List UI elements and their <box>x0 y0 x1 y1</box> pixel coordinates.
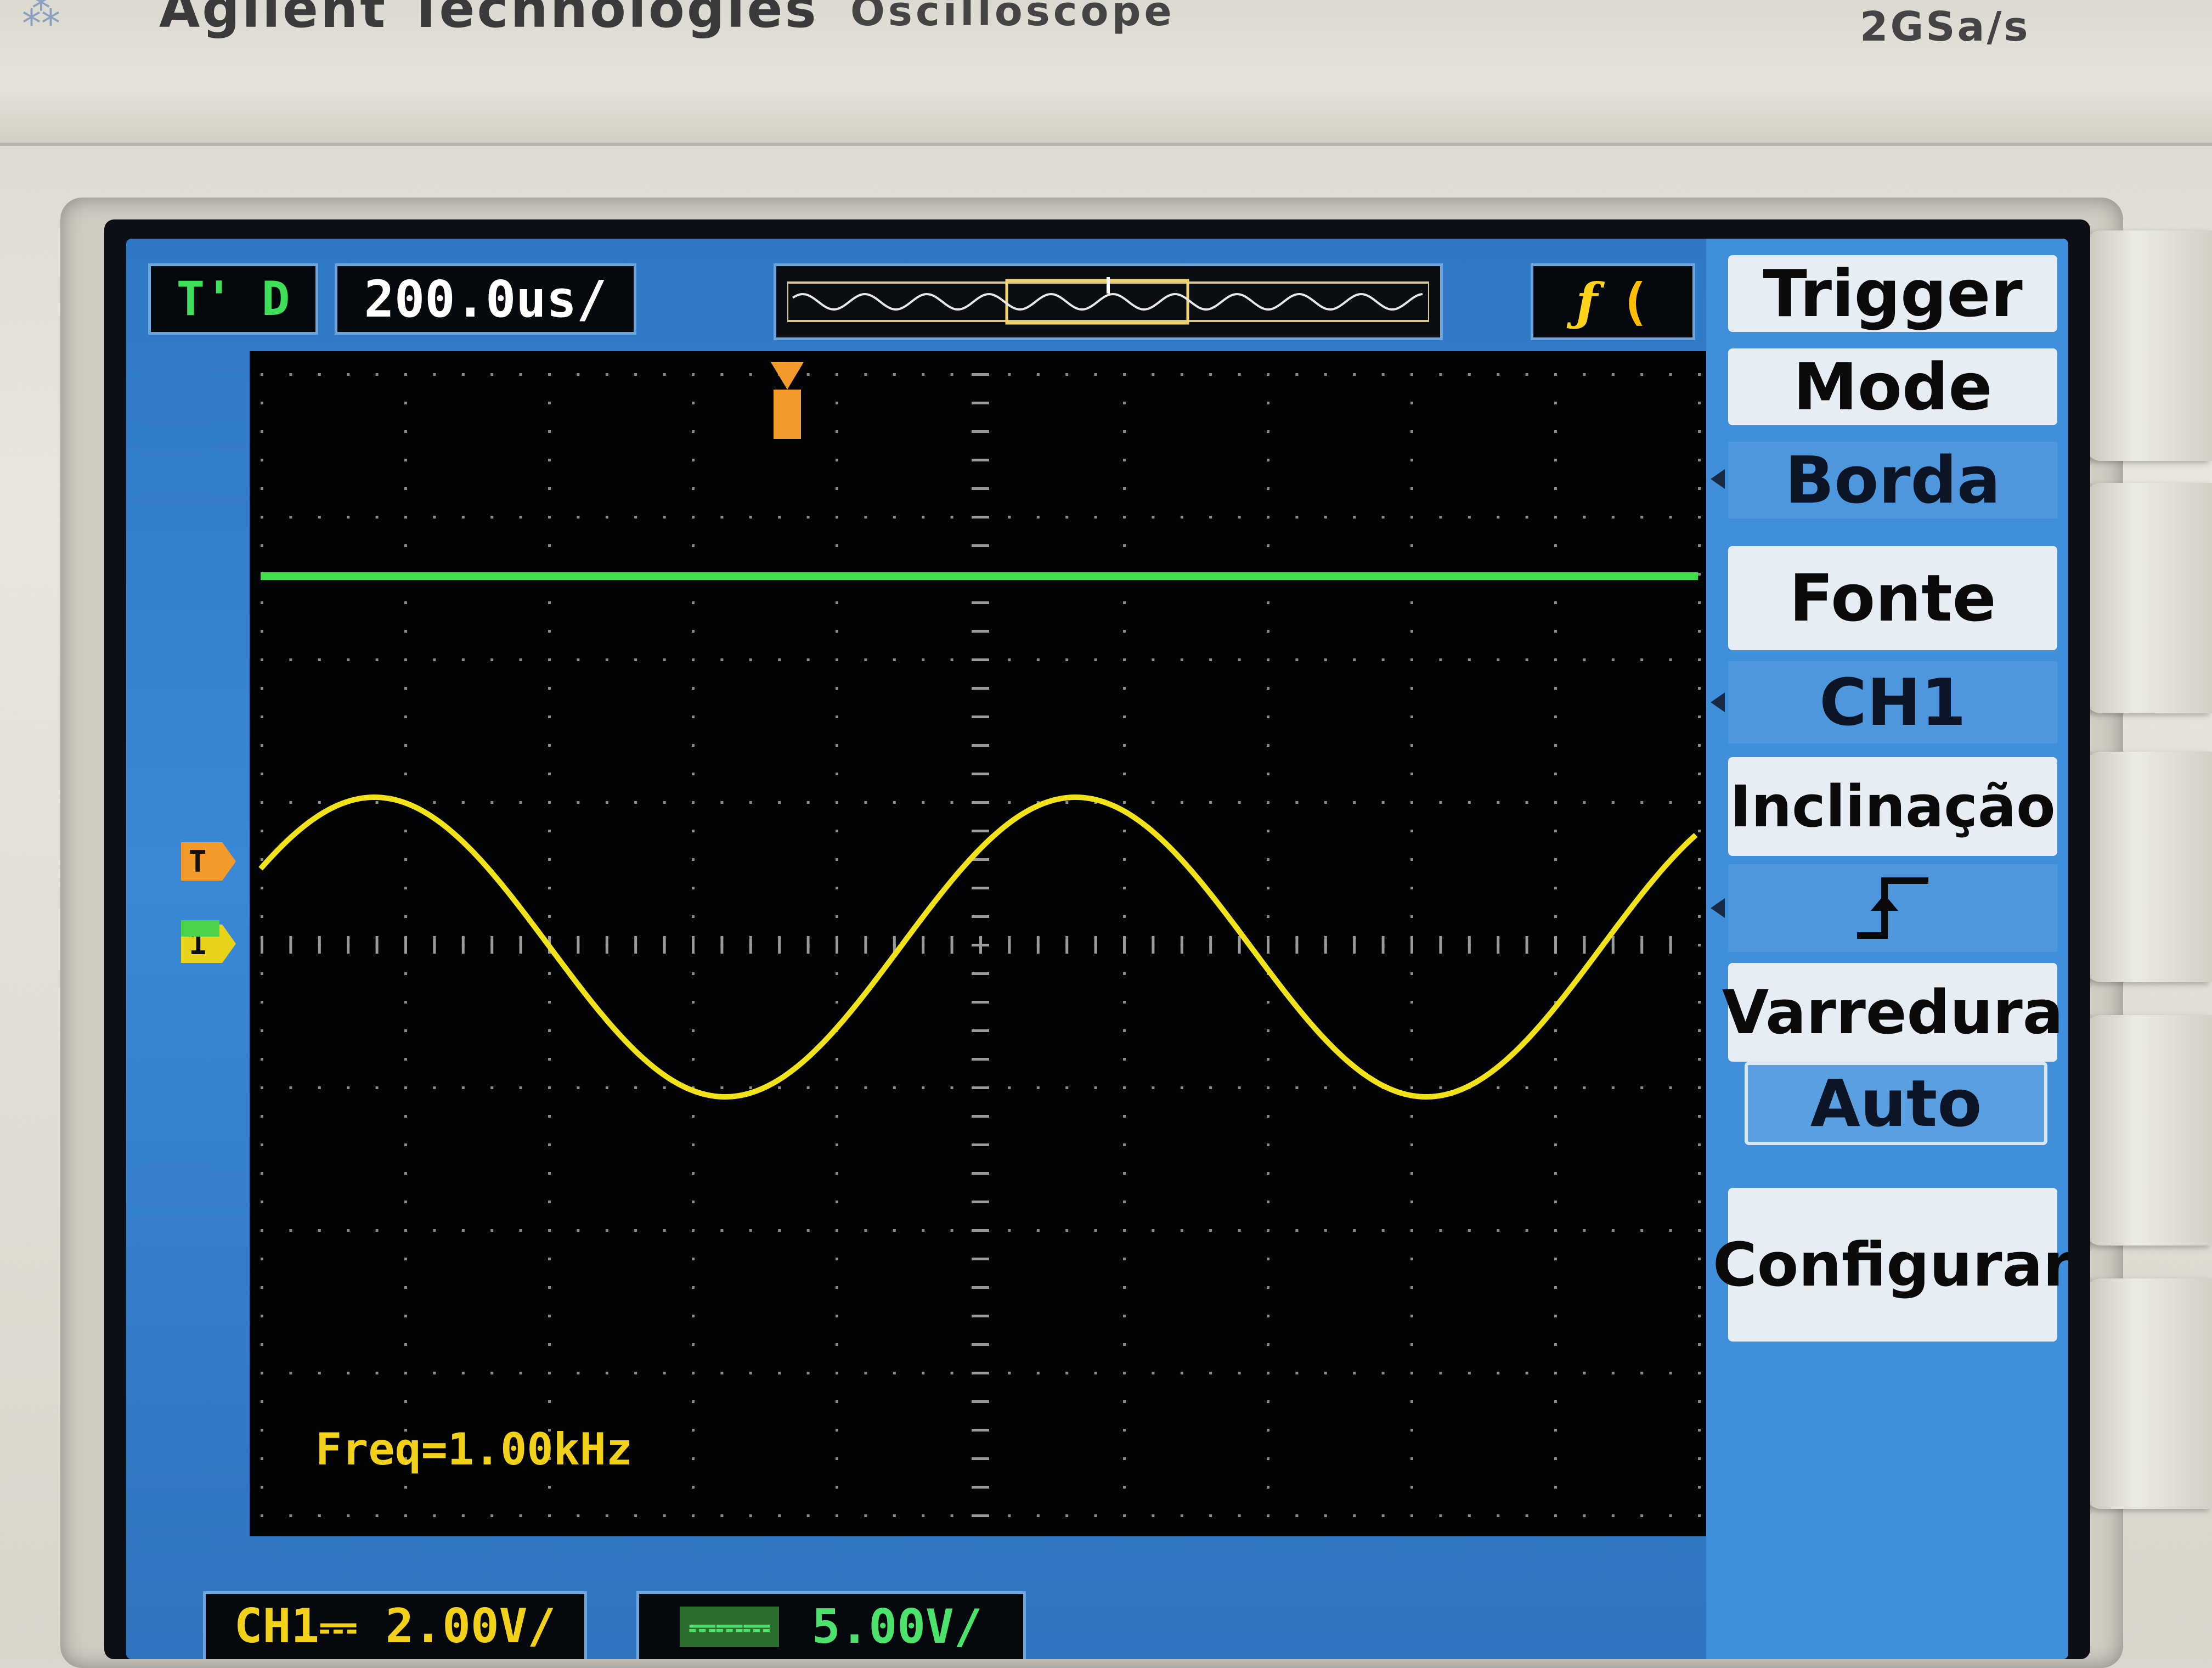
hw-softkey-3[interactable] <box>2085 752 2212 982</box>
ch2-ground-marker[interactable] <box>181 920 219 937</box>
mode-select-arrow-icon <box>1711 469 1725 489</box>
hw-softkey-4[interactable] <box>2085 1015 2212 1246</box>
softkey-sweep-value[interactable]: Auto <box>1745 1062 2047 1145</box>
sample-rate-label: 2GSa/s <box>1860 3 2030 50</box>
brand-label: Agilent Technologies <box>159 0 819 40</box>
trigger-softkey-menu: Trigger Mode Borda Fonte CH1 Inclinação … <box>1706 239 2068 1659</box>
softkey-mode-label[interactable]: Mode <box>1728 348 2057 425</box>
ch1-trace <box>258 794 1698 1100</box>
agilent-logo-icon: ⁂ <box>22 0 60 34</box>
memory-record-bar <box>774 263 1443 340</box>
trigger-position-marker <box>774 390 801 439</box>
softkey-slope-label[interactable]: Inclinação <box>1728 757 2057 856</box>
ch2-scale-readout[interactable]: ⎓⎓⎓ 5.00V/ <box>636 1591 1026 1659</box>
ch2-label: ⎓⎓⎓ <box>680 1607 779 1647</box>
acquisition-mode-indicator: T' D <box>148 263 318 335</box>
trigger-level-icon: ( <box>1620 272 1650 331</box>
softkey-mode-value[interactable]: Borda <box>1728 442 2057 519</box>
softkey-source-label[interactable]: Fonte <box>1728 546 2057 650</box>
ch1-scale-readout[interactable]: CH1⎓ 2.00V/ <box>203 1591 587 1659</box>
rising-edge-icon <box>1857 877 1928 939</box>
softkey-source-value[interactable]: CH1 <box>1728 661 2057 743</box>
model-label: Oscilloscope <box>850 0 1175 35</box>
waveform-graticule: Freq=1.00kHz <box>250 351 1709 1536</box>
slope-select-arrow-icon <box>1711 898 1725 918</box>
record-overview-icon <box>787 277 1429 325</box>
trigger-position-icon <box>771 362 804 390</box>
graticule-grid <box>258 362 1701 1517</box>
hw-softkey-2[interactable] <box>2085 483 2212 713</box>
trigger-status: ƒ ( <box>1531 263 1695 340</box>
instrument-top-panel: ⁂ Agilent Technologies Oscilloscope 2GSa… <box>0 0 2212 146</box>
scope-screen: T' D 200.0us/ ƒ ( T 1 Freq=1.00kHz CH1⎓ … <box>126 239 2068 1659</box>
frequency-measurement: Freq=1.00kHz <box>315 1424 633 1475</box>
softkey-setup[interactable]: Configurar <box>1713 1188 2068 1342</box>
softkey-slope-value[interactable] <box>1728 864 2057 952</box>
timebase-readout: 200.0us/ <box>335 263 636 335</box>
edge-trigger-icon: ƒ <box>1576 272 1598 331</box>
hw-softkey-5[interactable] <box>2085 1278 2212 1509</box>
source-select-arrow-icon <box>1711 692 1725 712</box>
softkey-sweep-label[interactable]: Varredura <box>1722 963 2063 1062</box>
ch2-scale-value: 5.00V/ <box>811 1599 983 1654</box>
menu-title: Trigger <box>1728 255 2057 332</box>
trigger-level-marker[interactable]: T <box>181 842 236 881</box>
hw-softkey-1[interactable] <box>2085 230 2212 461</box>
